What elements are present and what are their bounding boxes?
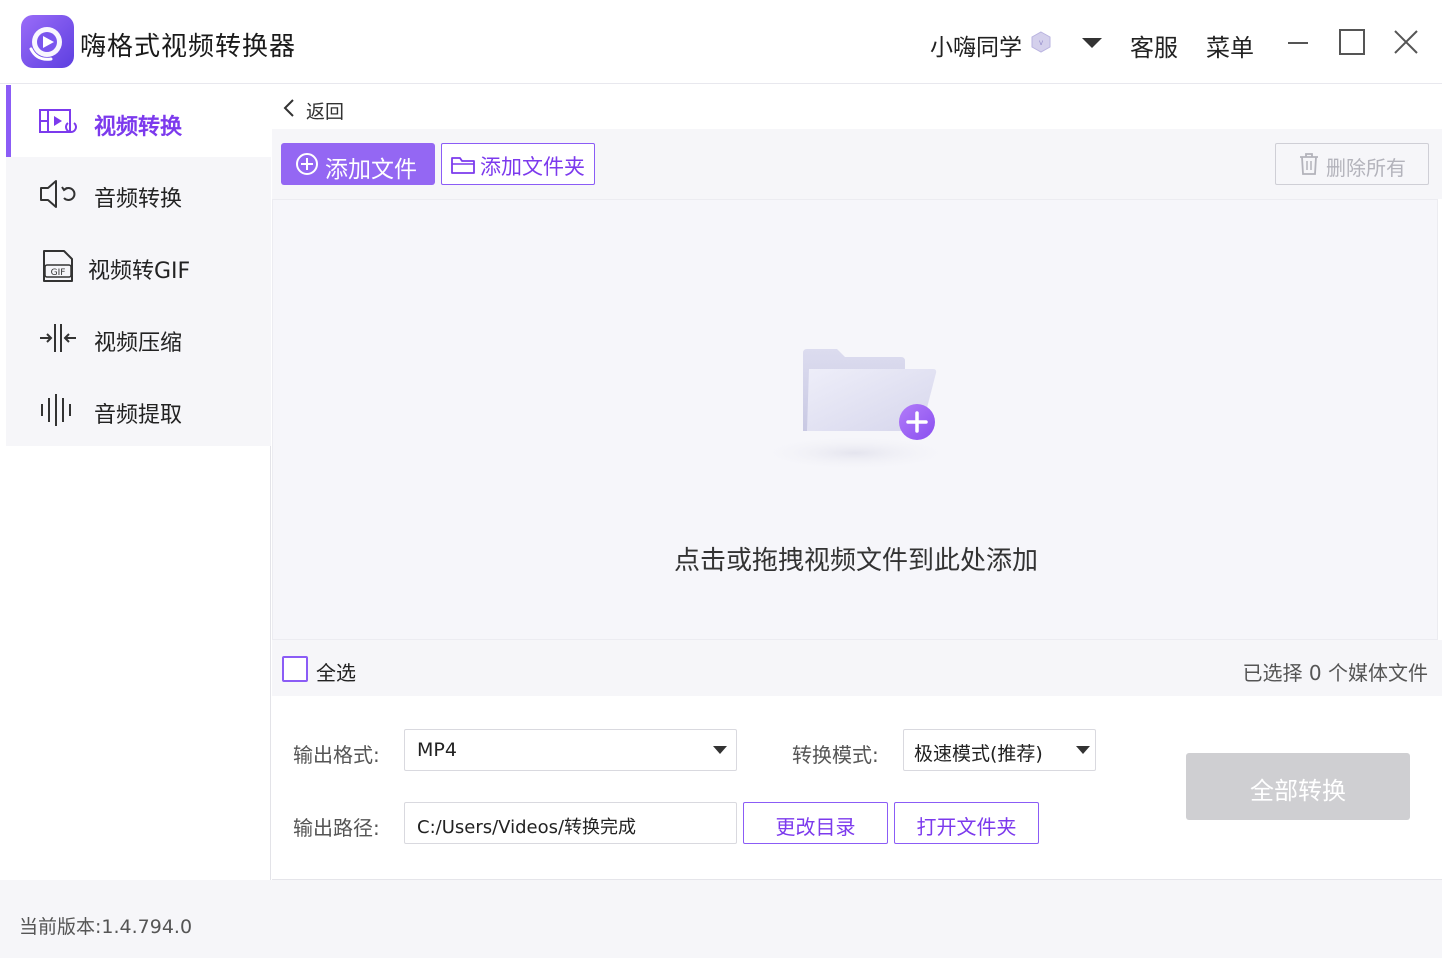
selection-bar: 全选 已选择 0 个媒体文件 bbox=[272, 640, 1442, 696]
svg-text:GIF: GIF bbox=[51, 268, 66, 278]
drop-zone-hint: 点击或拖拽视频文件到此处添加 bbox=[673, 546, 1038, 576]
add-file-label: 添加文件 bbox=[325, 157, 417, 183]
back-button[interactable]: 返回 bbox=[282, 95, 344, 123]
sidebar-item-label: 视频转GIF bbox=[88, 259, 191, 284]
output-path-field[interactable]: C:/Users/Videos/转换完成 bbox=[404, 802, 737, 844]
delete-all-button[interactable]: 删除所有 bbox=[1275, 143, 1429, 185]
title-bar: 嗨格式视频转换器 小嗨同学 V 客服 菜单 bbox=[0, 0, 1442, 84]
audio-extract-icon bbox=[41, 394, 71, 426]
customer-service-link[interactable]: 客服 bbox=[1130, 28, 1178, 63]
folder-icon bbox=[451, 157, 475, 174]
status-footer: 当前版本:1.4.794.0 bbox=[0, 880, 1442, 958]
add-folder-label: 添加文件夹 bbox=[480, 155, 585, 179]
user-dropdown-icon[interactable] bbox=[1080, 36, 1104, 50]
app-logo bbox=[21, 15, 74, 68]
file-drop-zone[interactable]: 点击或拖拽视频文件到此处添加 bbox=[272, 199, 1438, 640]
file-toolbar: 添加文件 添加文件夹 删除所有 bbox=[272, 129, 1442, 199]
sidebar-item-audio-convert[interactable]: 音频转换 bbox=[6, 157, 271, 229]
sidebar-item-label: 音频转换 bbox=[94, 187, 183, 212]
delete-all-label: 删除所有 bbox=[1326, 156, 1406, 180]
convert-mode-value: 极速模式(推荐) bbox=[914, 743, 1043, 765]
gif-icon: GIF bbox=[43, 250, 73, 282]
folder-add-illustration-icon bbox=[755, 349, 955, 471]
trash-icon bbox=[1300, 153, 1318, 175]
chevron-down-icon bbox=[1076, 746, 1090, 754]
user-name[interactable]: 小嗨同学 bbox=[930, 28, 1022, 62]
output-format-label: 输出格式: bbox=[293, 743, 380, 767]
output-format-select[interactable]: MP4 bbox=[404, 729, 737, 771]
video-convert-icon bbox=[39, 109, 77, 133]
convert-all-button[interactable]: 全部转换 bbox=[1186, 753, 1410, 820]
plus-circle-icon bbox=[296, 153, 318, 175]
sidebar-nav: 视频转换 音频转换 GIF 视频转GIF 视频压缩 音频提取 bbox=[6, 85, 271, 446]
close-icon[interactable] bbox=[1390, 26, 1422, 58]
sidebar: 视频转换 音频转换 GIF 视频转GIF 视频压缩 音频提取 bbox=[0, 85, 271, 880]
output-settings: 输出格式: MP4 转换模式: 极速模式(推荐) 输出路径: C:/Users/… bbox=[272, 696, 1442, 880]
sidebar-item-label: 视频转换 bbox=[94, 115, 183, 140]
sidebar-item-video-convert[interactable]: 视频转换 bbox=[6, 85, 271, 157]
back-label: 返回 bbox=[306, 101, 345, 123]
minimize-icon[interactable] bbox=[1282, 26, 1314, 58]
version-text: 当前版本:1.4.794.0 bbox=[19, 916, 193, 938]
sidebar-item-video-to-gif[interactable]: GIF 视频转GIF bbox=[6, 229, 271, 301]
select-all-checkbox[interactable] bbox=[282, 656, 308, 682]
add-folder-button[interactable]: 添加文件夹 bbox=[441, 143, 595, 185]
main-menu-link[interactable]: 菜单 bbox=[1206, 28, 1254, 63]
audio-convert-icon bbox=[40, 180, 76, 208]
app-logo-icon bbox=[29, 27, 62, 61]
open-folder-button[interactable]: 打开文件夹 bbox=[894, 802, 1039, 844]
convert-mode-label: 转换模式: bbox=[792, 743, 879, 767]
selected-count-text: 已选择 0 个媒体文件 bbox=[1242, 661, 1428, 685]
vip-badge-icon: V bbox=[1031, 31, 1051, 53]
chevron-left-icon bbox=[283, 99, 294, 117]
add-file-button[interactable]: 添加文件 bbox=[281, 143, 435, 185]
sidebar-item-video-compress[interactable]: 视频压缩 bbox=[6, 301, 271, 373]
output-format-value: MP4 bbox=[417, 739, 457, 761]
app-title: 嗨格式视频转换器 bbox=[80, 32, 297, 62]
sidebar-item-audio-extract[interactable]: 音频提取 bbox=[6, 373, 271, 445]
convert-mode-select[interactable]: 极速模式(推荐) bbox=[903, 729, 1096, 771]
select-all-label[interactable]: 全选 bbox=[316, 657, 356, 686]
compress-icon bbox=[40, 324, 76, 352]
chevron-down-icon bbox=[713, 746, 727, 754]
output-path-label: 输出路径: bbox=[293, 816, 380, 840]
sidebar-item-label: 视频压缩 bbox=[94, 331, 183, 356]
back-row: 返回 bbox=[272, 85, 1442, 129]
change-directory-button[interactable]: 更改目录 bbox=[743, 802, 888, 844]
sidebar-item-label: 音频提取 bbox=[94, 403, 183, 428]
output-path-value: C:/Users/Videos/转换完成 bbox=[417, 817, 637, 838]
maximize-icon[interactable] bbox=[1336, 26, 1368, 58]
